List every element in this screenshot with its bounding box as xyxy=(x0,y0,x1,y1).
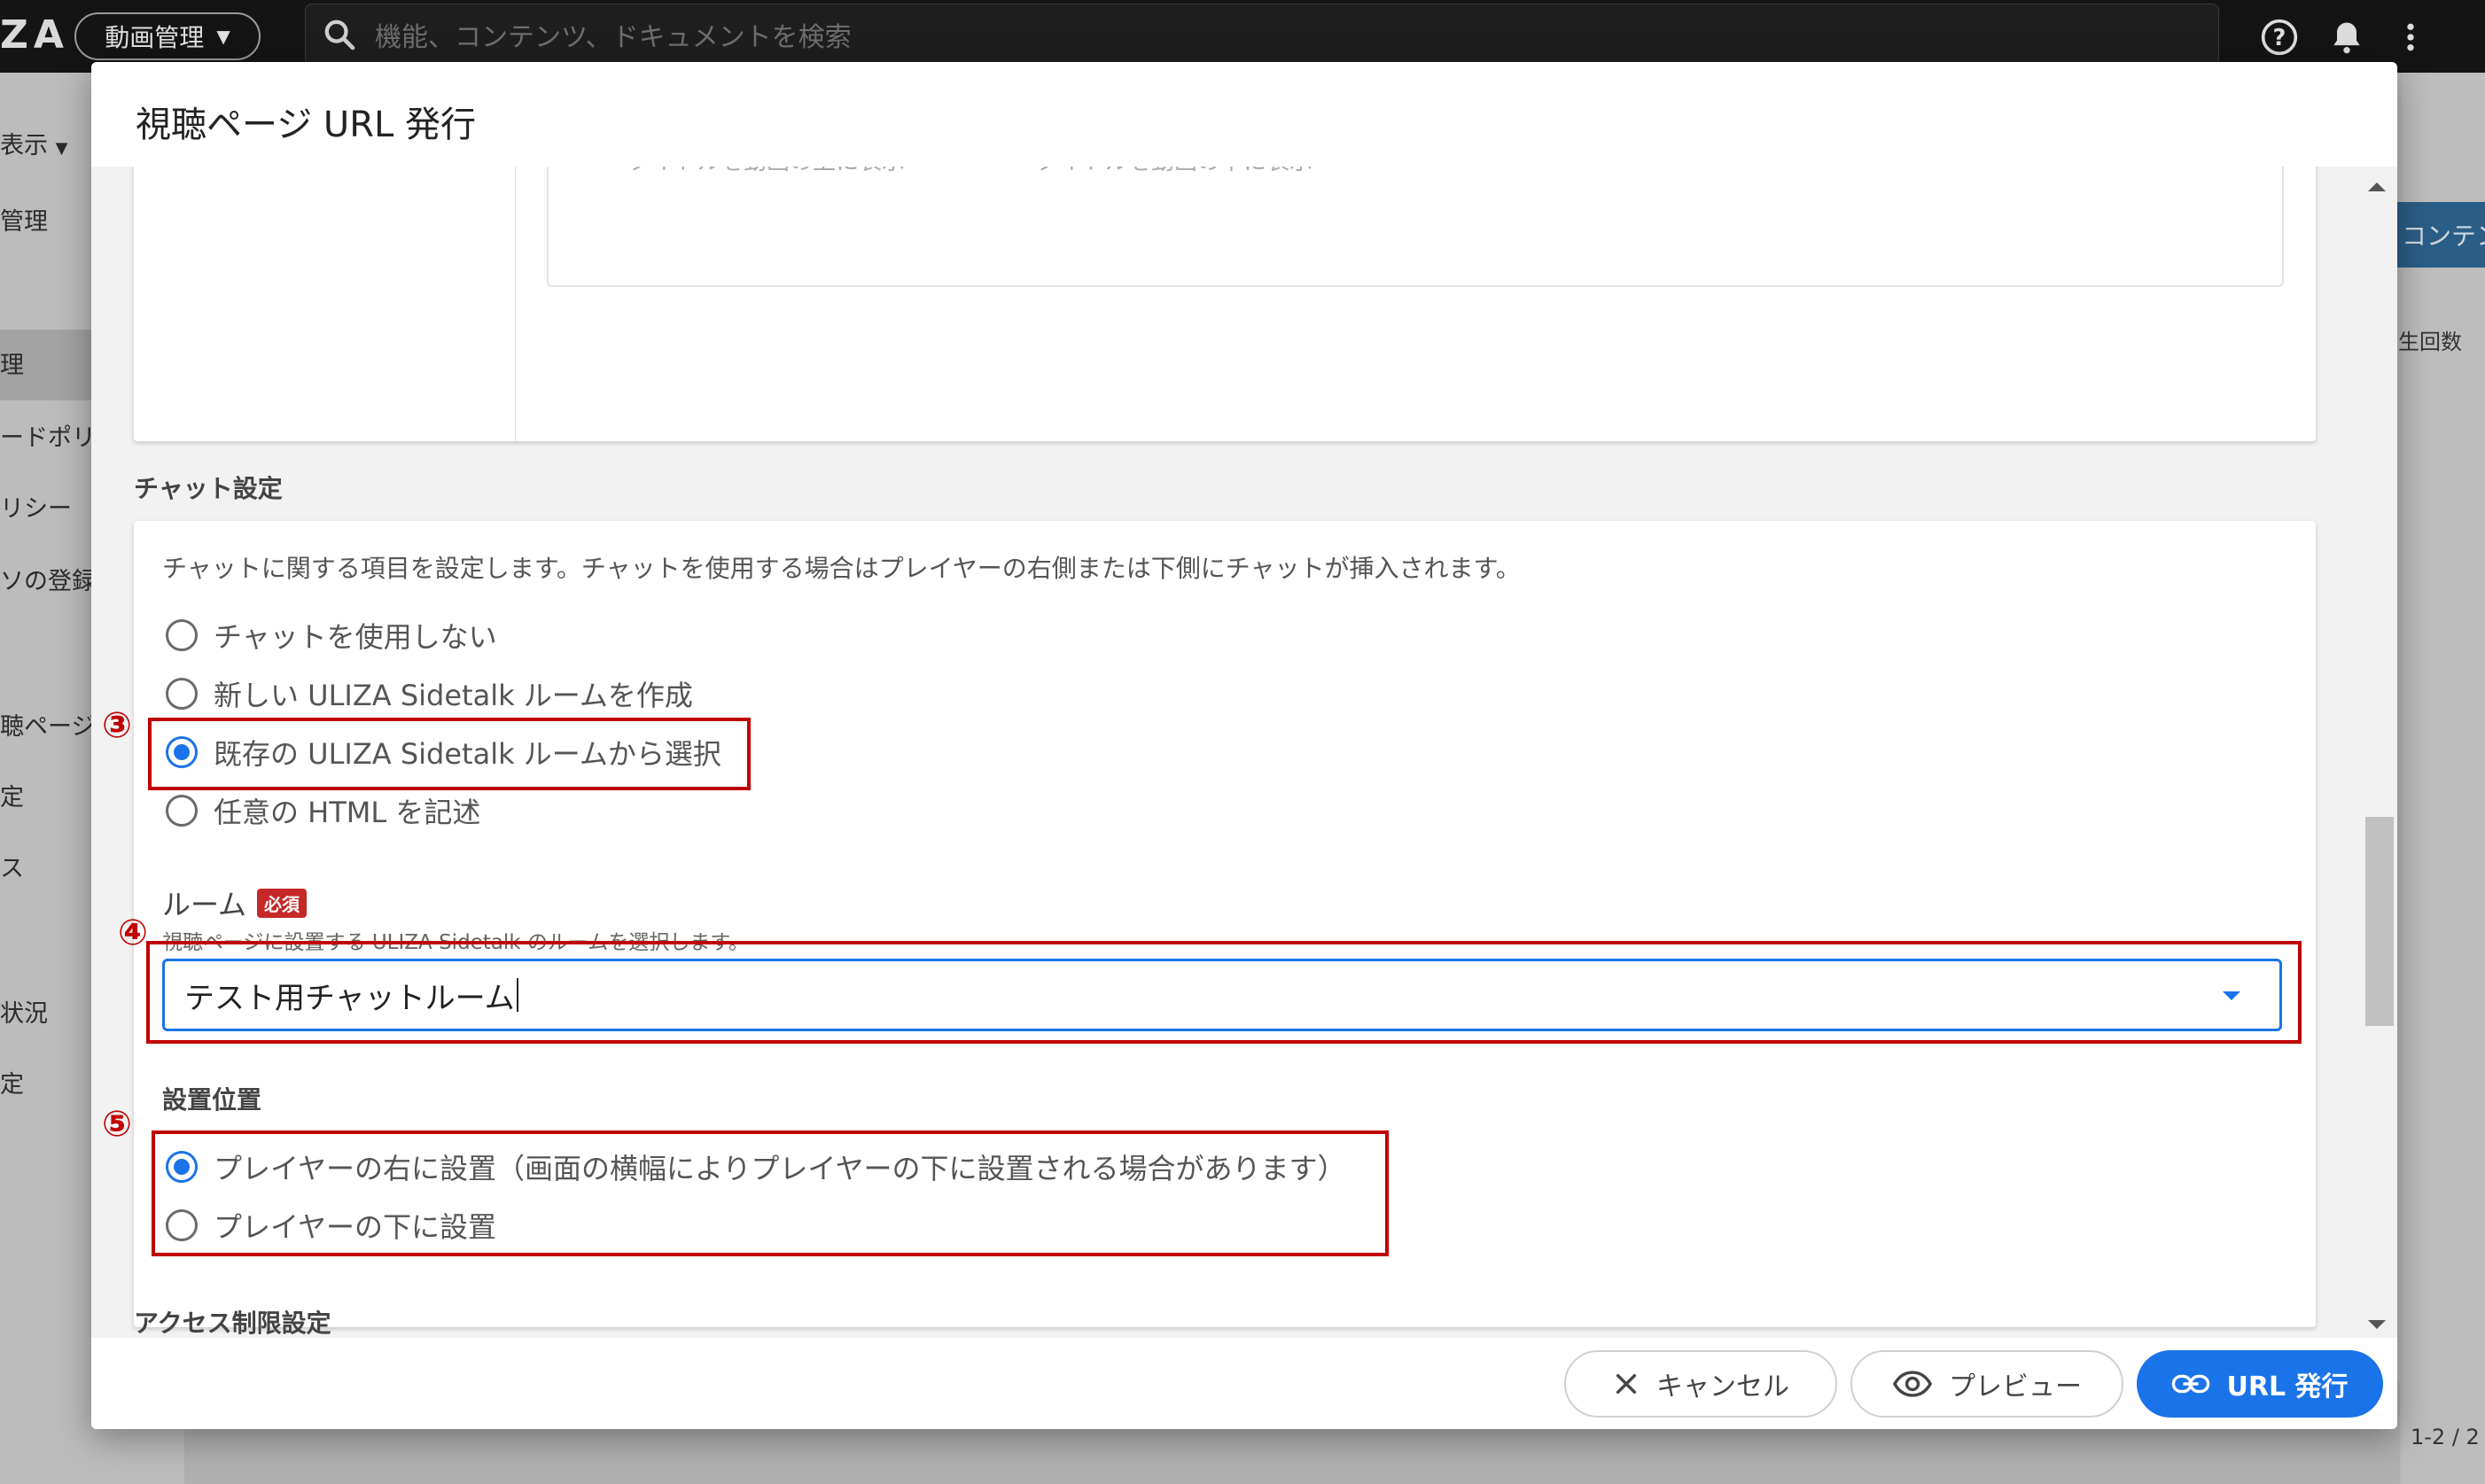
annotation-number-5: ⑤ xyxy=(102,1104,132,1145)
issue-url-button-label: URL 発行 xyxy=(2226,1371,2349,1402)
background-pager: 1-2 / 2 xyxy=(2411,1425,2480,1449)
sidebar-item[interactable]: 聴ページ xyxy=(0,707,95,742)
annotation-box-5 xyxy=(152,1130,1389,1256)
preview-button[interactable]: プレビュー xyxy=(1850,1350,2123,1418)
dialog-scrollbar[interactable] xyxy=(2360,167,2397,1338)
global-search[interactable]: 機能、コンテンツ、ドキュメントを検索 xyxy=(305,4,2219,66)
sidebar-item[interactable]: 定 xyxy=(0,1065,24,1099)
sidebar-item[interactable]: ス xyxy=(0,849,24,883)
sidebar-item[interactable]: 定 xyxy=(0,778,24,812)
annotation-box-3 xyxy=(148,718,751,790)
background-content-button[interactable]: コンテン xyxy=(2393,202,2485,268)
sidebar-item[interactable]: 状況 xyxy=(0,994,48,1029)
chat-description: チャットに関する項目を設定します。チャットを使用する場合はプレイヤーの右側または… xyxy=(162,554,1521,583)
background-column-label: 生回数 xyxy=(2398,330,2462,354)
radio-label: 新しい ULIZA Sidetalk ルームを作成 xyxy=(214,679,693,712)
title-preview-box: タイトルを動画の上に表示 タイトルを動画の下に表示 xyxy=(547,167,2284,287)
annotation-number-4: ④ xyxy=(118,913,148,953)
chat-settings-card: チャットに関する項目を設定します。チャットを使用する場合はプレイヤーの右側または… xyxy=(134,521,2316,1327)
help-icon[interactable]: ? xyxy=(2260,18,2299,57)
url-issue-dialog: 視聴ページ URL 発行 タイトルを動画の上に表示 タイトルを動画の下に表示 チ… xyxy=(91,62,2397,1429)
dialog-title: 視聴ページ URL 発行 xyxy=(136,105,476,145)
chat-option-none[interactable]: チャットを使用しない xyxy=(166,615,497,656)
link-icon xyxy=(2172,1374,2210,1394)
radio-label: チャットを使用しない xyxy=(214,620,497,654)
radio-label: 任意の HTML を記述 xyxy=(214,796,481,829)
annotation-number-3: ③ xyxy=(102,705,132,746)
mode-selector[interactable]: 動画管理 ▼ xyxy=(74,12,261,60)
sidebar-item[interactable]: 管理 xyxy=(0,202,48,237)
scroll-up-arrow-icon[interactable] xyxy=(2368,183,2386,191)
sidebar-item[interactable]: リシー xyxy=(0,489,72,524)
sidebar-view-toggle[interactable]: 表示 ▼ xyxy=(0,126,67,160)
close-icon xyxy=(1616,1373,1637,1395)
more-vert-icon[interactable] xyxy=(2393,18,2428,57)
annotation-box-4 xyxy=(146,941,2302,1044)
sidebar-item[interactable]: ソの登録 xyxy=(0,562,96,596)
app-logo: ZA xyxy=(0,12,69,58)
mode-selector-label: 動画管理 xyxy=(105,23,205,52)
dialog-scroll-body: タイトルを動画の上に表示 タイトルを動画の下に表示 チャット設定 チャットに関す… xyxy=(91,167,2397,1338)
title-option-above[interactable]: タイトルを動画の上に表示 xyxy=(628,167,905,176)
eye-icon xyxy=(1892,1371,1933,1397)
title-position-card: タイトルを動画の上に表示 タイトルを動画の下に表示 xyxy=(134,167,2316,441)
chat-option-new-room[interactable]: 新しい ULIZA Sidetalk ルームを作成 xyxy=(166,673,693,714)
bell-icon[interactable] xyxy=(2327,18,2366,57)
search-placeholder: 機能、コンテンツ、ドキュメントを検索 xyxy=(375,22,852,53)
search-icon xyxy=(324,19,355,51)
radio-button[interactable] xyxy=(166,678,198,710)
access-section-heading: アクセス制限設定 xyxy=(134,1309,331,1338)
scroll-down-arrow-icon[interactable] xyxy=(2368,1320,2386,1329)
cancel-button[interactable]: キャンセル xyxy=(1564,1350,1837,1418)
preview-button-label: プレビュー xyxy=(1949,1371,2082,1402)
scrollbar-thumb[interactable] xyxy=(2365,817,2394,1026)
title-option-below[interactable]: タイトルを動画の下に表示 xyxy=(1036,167,1313,176)
svg-text:?: ? xyxy=(2273,25,2286,51)
card-divider xyxy=(515,167,516,441)
required-badge: 必須 xyxy=(257,888,308,918)
background-content-edge xyxy=(2402,73,2485,1484)
chat-option-custom-html[interactable]: 任意の HTML を記述 xyxy=(166,790,480,831)
issue-url-button[interactable]: URL 発行 xyxy=(2137,1350,2383,1418)
radio-button[interactable] xyxy=(166,619,198,651)
room-field-label: ルーム 必須 xyxy=(162,882,308,923)
radio-button[interactable] xyxy=(166,795,198,827)
position-field-label: 設置位置 xyxy=(162,1085,262,1115)
chat-section-heading: チャット設定 xyxy=(134,474,283,503)
sidebar-item[interactable]: 理 xyxy=(0,346,24,380)
chevron-down-icon: ▼ xyxy=(216,26,230,47)
cancel-button-label: キャンセル xyxy=(1656,1371,1789,1402)
